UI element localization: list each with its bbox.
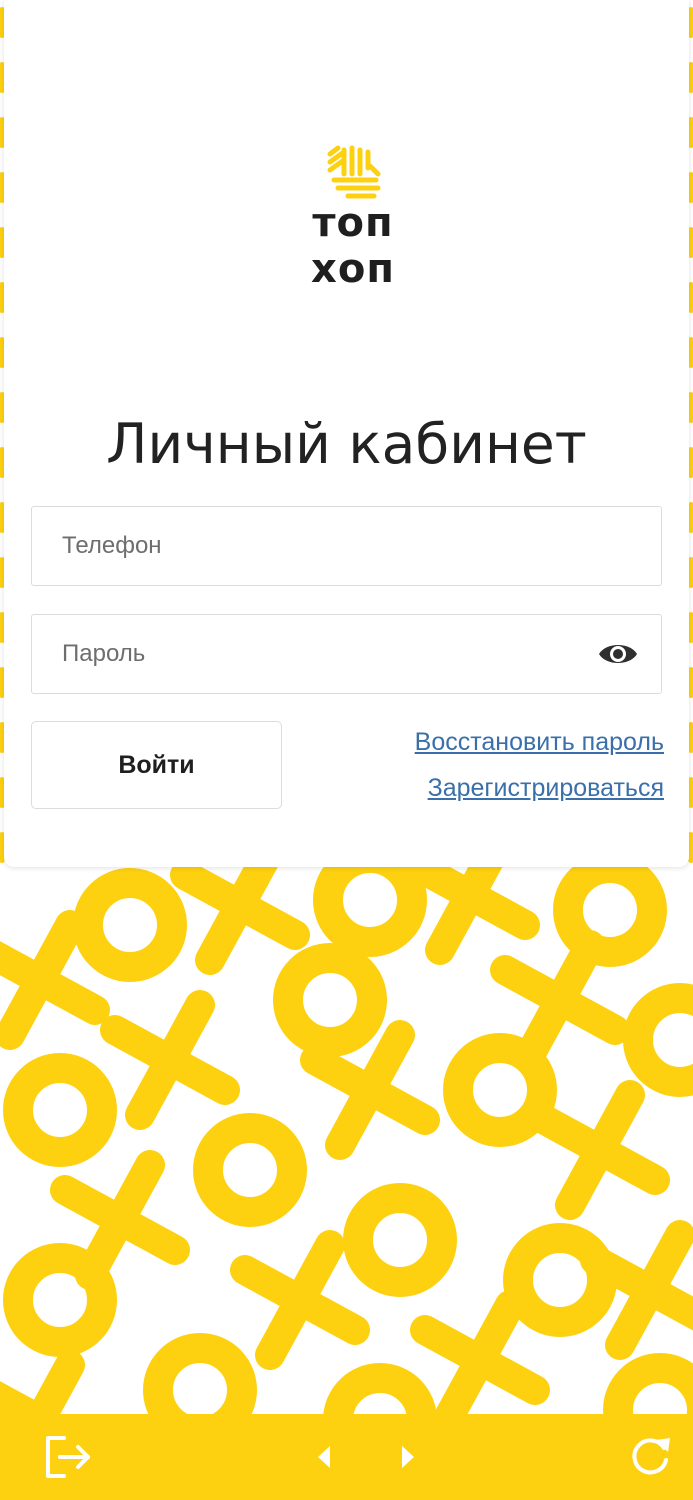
restore-password-link[interactable]: Восстановить пароль <box>415 728 664 757</box>
arrow-left-icon[interactable] <box>316 1444 334 1470</box>
pattern-o-shape <box>73 868 187 982</box>
pattern-x-shape <box>230 1230 370 1370</box>
reload-icon[interactable] <box>628 1434 672 1480</box>
bottom-toolbar <box>0 1414 693 1500</box>
pattern-o-shape <box>193 1113 307 1227</box>
login-card: топ хоп Личный кабинет Войти Восстановит… <box>4 0 689 867</box>
logo-mark-icon <box>327 145 381 199</box>
pattern-x-shape <box>530 1080 670 1220</box>
pattern-o-shape <box>623 983 693 1097</box>
brand-logo: топ хоп <box>278 144 428 292</box>
pattern-x-shape <box>410 1290 550 1430</box>
logout-icon[interactable] <box>44 1434 92 1480</box>
pattern-o-shape <box>3 1243 117 1357</box>
pattern-x-shape <box>100 990 240 1130</box>
arrow-right-icon[interactable] <box>398 1444 416 1470</box>
pattern-o-shape <box>443 1033 557 1147</box>
password-field <box>31 614 662 694</box>
eye-icon[interactable] <box>597 639 639 669</box>
pattern-o-shape <box>273 943 387 1057</box>
pattern-o-shape <box>313 843 427 957</box>
password-input[interactable] <box>32 615 661 693</box>
page-title: Личный кабинет <box>106 412 587 476</box>
phone-field <box>31 506 662 586</box>
phone-input[interactable] <box>32 507 661 585</box>
register-link[interactable]: Зарегистрироваться <box>428 774 664 803</box>
login-button[interactable]: Войти <box>31 721 282 809</box>
logo-text: топ хоп <box>311 200 395 292</box>
pattern-o-shape <box>3 1053 117 1167</box>
pattern-o-shape <box>343 1183 457 1297</box>
